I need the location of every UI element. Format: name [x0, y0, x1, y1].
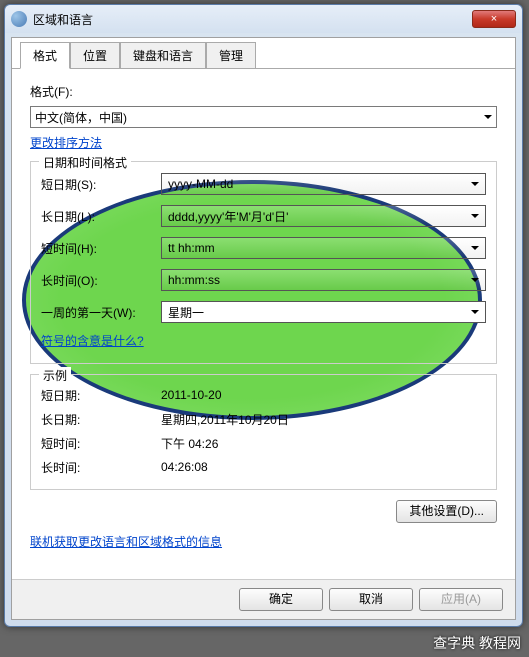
cancel-button[interactable]: 取消 — [329, 588, 413, 611]
watermark-text: 查字典 教程网 — [433, 633, 521, 653]
ex-short-time-value: 下午 04:26 — [161, 435, 486, 452]
change-sort-link[interactable]: 更改排序方法 — [30, 136, 102, 150]
long-date-select[interactable]: dddd,yyyy'年'M'月'd'日' — [161, 205, 486, 227]
long-date-value: dddd,yyyy'年'M'月'd'日' — [168, 208, 288, 225]
long-time-select[interactable]: hh:mm:ss — [161, 269, 486, 291]
ex-long-time-label: 长时间: — [41, 459, 161, 476]
ex-long-time-value: 04:26:08 — [161, 460, 486, 474]
long-date-label: 长日期(L): — [41, 208, 161, 225]
first-day-select[interactable]: 星期一 — [161, 301, 486, 323]
datetime-format-title: 日期和时间格式 — [39, 154, 131, 171]
ex-long-date-value: 星期四,2011年10月20日 — [161, 411, 486, 428]
tab-admin[interactable]: 管理 — [206, 42, 256, 68]
tab-format[interactable]: 格式 — [20, 42, 70, 69]
window-title: 区域和语言 — [33, 11, 472, 28]
short-time-label: 短时间(H): — [41, 240, 161, 257]
other-settings-button[interactable]: 其他设置(D)... — [396, 500, 497, 523]
format-select-value: 中文(简体，中国) — [35, 109, 127, 126]
tab-keyboard[interactable]: 键盘和语言 — [120, 42, 206, 68]
short-time-value: tt hh:mm — [168, 241, 215, 255]
tab-strip: 格式 位置 键盘和语言 管理 — [12, 38, 515, 69]
short-date-value: yyyy-MM-dd — [168, 177, 233, 191]
titlebar[interactable]: 区域和语言 × — [5, 5, 522, 33]
short-date-select[interactable]: yyyy-MM-dd — [161, 173, 486, 195]
ex-short-time-label: 短时间: — [41, 435, 161, 452]
long-time-label: 长时间(O): — [41, 272, 161, 289]
format-select[interactable]: 中文(简体，中国) — [30, 106, 497, 128]
dialog-button-bar: 确定 取消 应用(A) — [12, 579, 515, 619]
format-label: 格式(F): — [30, 83, 497, 100]
ex-short-date-label: 短日期: — [41, 387, 161, 404]
first-day-label: 一周的第一天(W): — [41, 304, 161, 321]
example-group: 示例 短日期: 2011-10-20 长日期: 星期四,2011年10月20日 … — [30, 374, 497, 490]
online-info-link[interactable]: 联机获取更改语言和区域格式的信息 — [30, 535, 222, 549]
long-time-value: hh:mm:ss — [168, 273, 220, 287]
ex-long-date-label: 长日期: — [41, 411, 161, 428]
datetime-format-group: 日期和时间格式 短日期(S): yyyy-MM-dd 长日期(L): dddd,… — [30, 161, 497, 364]
close-button[interactable]: × — [472, 10, 516, 28]
short-date-label: 短日期(S): — [41, 176, 161, 193]
symbols-meaning-link[interactable]: 符号的含意是什么? — [41, 334, 144, 348]
globe-icon — [11, 11, 27, 27]
short-time-select[interactable]: tt hh:mm — [161, 237, 486, 259]
first-day-value: 星期一 — [168, 304, 204, 321]
apply-button[interactable]: 应用(A) — [419, 588, 503, 611]
example-title: 示例 — [39, 367, 71, 384]
ok-button[interactable]: 确定 — [239, 588, 323, 611]
ex-short-date-value: 2011-10-20 — [161, 388, 486, 402]
tab-location[interactable]: 位置 — [70, 42, 120, 68]
